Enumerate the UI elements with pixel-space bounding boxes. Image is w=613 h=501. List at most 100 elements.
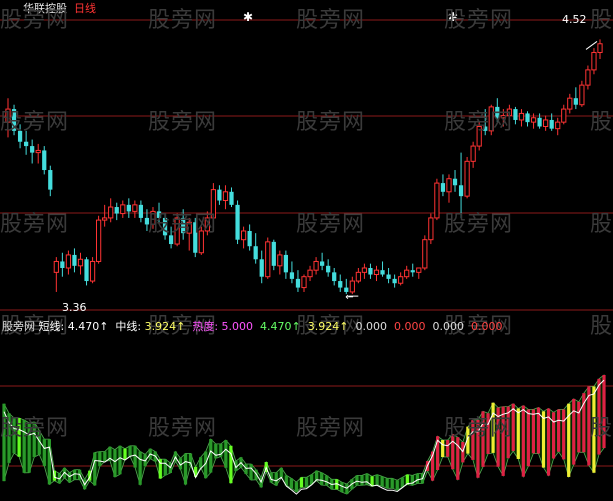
indicator-bar [446, 440, 450, 457]
watermark: 股旁网 [296, 212, 366, 237]
watermark: 股旁网 [148, 8, 218, 33]
indicator-bar [315, 470, 319, 481]
candle-body [259, 259, 264, 277]
candle-body [271, 241, 276, 266]
indicator-value-7: 0.000 [393, 320, 426, 333]
indicator-bar [395, 480, 399, 491]
candle-body [265, 241, 271, 278]
indicator-bar [163, 459, 167, 476]
candle-body [464, 160, 470, 197]
watermark: 股旁网 [590, 416, 613, 441]
candle-body [235, 204, 240, 240]
candle-body [332, 272, 337, 282]
candle-body [567, 97, 573, 110]
watermark: 股旁网 [590, 110, 613, 135]
watermark: 股旁网 [590, 8, 613, 33]
candle-body [217, 189, 222, 201]
indicator-bar [183, 453, 188, 485]
candle-body [549, 119, 554, 129]
candle-body [247, 230, 252, 247]
candle-body [380, 270, 385, 275]
candle-body [386, 274, 391, 279]
watermark: 股旁网 [444, 8, 514, 33]
candle-body [537, 117, 542, 127]
candle-body [410, 270, 415, 273]
candle-body [283, 254, 288, 273]
candle-body [555, 121, 561, 130]
candle-body [24, 141, 29, 147]
indicator-bar [47, 439, 51, 485]
candle-body [240, 230, 247, 241]
indicator-bar [572, 398, 576, 465]
period-label[interactable]: 日线 [74, 3, 96, 15]
indicator-bar [385, 478, 389, 489]
candle-body [525, 113, 530, 123]
indicator-bar [355, 475, 359, 486]
high-marker-line [585, 41, 598, 50]
candle-body [373, 269, 380, 276]
indicator-bar [294, 482, 299, 493]
indicator-bar: 股旁网 短线: 4.470↑, 中线: 3.924↑, 热度: 5.000, 4… [2, 320, 506, 333]
candle-body [452, 178, 458, 186]
indicator-bar [456, 437, 460, 480]
candle-body [573, 98, 578, 105]
indicator-bar [42, 439, 46, 467]
candle-body [60, 261, 65, 268]
candle-body [277, 254, 283, 267]
indicator-bar [320, 472, 324, 486]
indicator-value-heat: 5.000 [221, 320, 254, 333]
candle-body [126, 204, 131, 212]
candle-body [108, 206, 114, 219]
indicator-bar [199, 457, 203, 468]
indicator-bar [123, 448, 127, 460]
indicator-label-heat: 热度 [192, 320, 215, 333]
indicator-bar [400, 477, 404, 488]
high-price-label: 4.52 [562, 13, 587, 26]
indicator-label-mid: 中线 [115, 320, 138, 333]
indicator-value-8: 0.000 [432, 320, 464, 333]
chart-root: { "header": { "stock_name": "华联控股", "per… [0, 0, 613, 501]
indicator-bar [93, 452, 97, 486]
indicator-bar [562, 409, 566, 460]
candle-body [102, 217, 108, 221]
candle-body [579, 84, 585, 106]
candle-body [470, 145, 476, 162]
indicator-bar [405, 474, 409, 485]
indicator-value-5: 3.924↑ [307, 320, 349, 333]
indicator-label-short: 短线 [38, 320, 61, 333]
indicator-bar [249, 463, 253, 481]
watermark: 股旁网 [0, 8, 70, 33]
candle-body [222, 191, 229, 202]
indicator-bar [360, 475, 364, 486]
colon: : [214, 320, 222, 333]
candle-body [53, 260, 59, 273]
candle-body [513, 109, 518, 120]
candle-body [72, 254, 77, 266]
indicator-bar [325, 475, 329, 486]
indicator-bar [224, 440, 228, 468]
indicator-value-9: 0.000 [470, 320, 503, 333]
watermark: 股旁网 [148, 212, 218, 237]
watermark: 股旁网 [590, 212, 613, 237]
candle-body [65, 254, 72, 269]
candle-body [114, 207, 119, 214]
candle-body [440, 183, 446, 192]
indicator-bar [521, 405, 525, 477]
candle-body [398, 276, 404, 284]
indicator-bar [551, 412, 556, 459]
indicator-bar [113, 449, 117, 478]
watermark: 股旁网 [0, 212, 70, 237]
watermark: 股旁网 [296, 8, 366, 33]
candle-body [355, 271, 361, 282]
indicator-bar [103, 451, 107, 462]
indicator-bar [279, 467, 283, 478]
candle-body [138, 204, 144, 218]
indicator-bar [557, 409, 561, 452]
colon: : [137, 320, 145, 333]
candle-body [132, 204, 138, 212]
candle-body [313, 260, 319, 271]
candle-body [561, 108, 567, 123]
candle-body [530, 117, 537, 123]
watermark: 股旁网 [296, 110, 366, 135]
indicator-bar [138, 451, 142, 485]
